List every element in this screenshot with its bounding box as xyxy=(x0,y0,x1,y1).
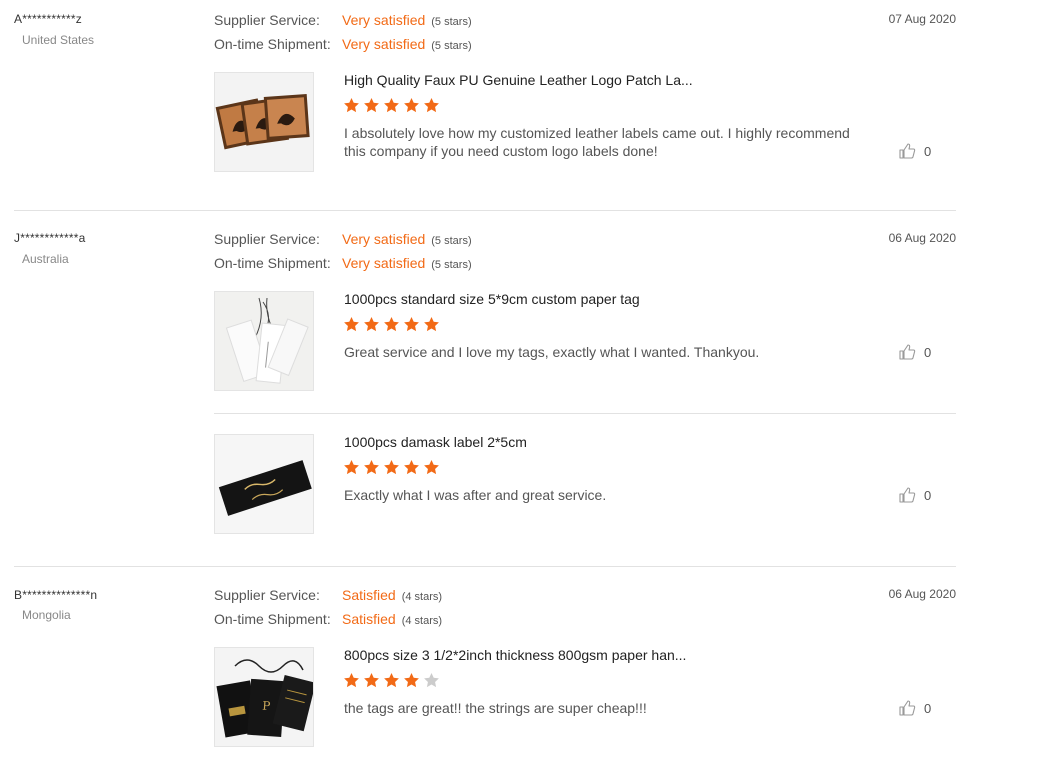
helpful-count: 0 xyxy=(924,700,932,716)
helpful-count: 0 xyxy=(924,487,932,503)
helpful-button[interactable]: 0 xyxy=(898,699,931,717)
ontime-shipment-rating: On-time Shipment: Satisfied (4 stars) xyxy=(214,610,442,628)
star-filled-icon xyxy=(404,317,419,332)
product-image[interactable] xyxy=(214,291,314,391)
product-title[interactable]: 1000pcs standard size 5*9cm custom paper… xyxy=(344,291,640,307)
ontime-shipment-rating: On-time Shipment: Very satisfied (5 stars) xyxy=(214,35,472,53)
ontime-shipment-value: Very satisfied xyxy=(342,36,426,52)
helpful-button[interactable]: 0 xyxy=(898,486,931,504)
ontime-shipment-stars: (5 stars) xyxy=(431,259,472,271)
thumbs-up-icon xyxy=(899,344,916,360)
star-filled-icon xyxy=(364,460,379,475)
thumbs-up-icon xyxy=(899,487,916,503)
svg-text:P: P xyxy=(262,699,271,714)
helpful-count: 0 xyxy=(924,344,932,360)
star-filled-icon xyxy=(404,98,419,113)
star-filled-icon xyxy=(384,673,399,688)
star-filled-icon xyxy=(424,98,439,113)
supplier-service-stars: (5 stars) xyxy=(431,235,472,247)
review-comment: Exactly what I was after and great servi… xyxy=(344,487,607,503)
buyer-name: A***********z xyxy=(14,12,82,26)
star-filled-icon xyxy=(424,317,439,332)
buyer-name: J************a xyxy=(14,231,86,245)
review-date: 06 Aug 2020 xyxy=(888,587,956,601)
ontime-shipment-label: On-time Shipment: xyxy=(214,611,331,627)
star-filled-icon xyxy=(384,98,399,113)
star-filled-icon xyxy=(364,673,379,688)
supplier-service-value: Satisfied xyxy=(342,587,396,603)
buyer-country: United States xyxy=(22,33,95,47)
ontime-shipment-value: Very satisfied xyxy=(342,255,426,271)
star-filled-icon xyxy=(384,317,399,332)
star-filled-icon xyxy=(424,460,439,475)
helpful-count: 0 xyxy=(924,143,932,159)
ontime-shipment-label: On-time Shipment: xyxy=(214,36,331,52)
review-comment: the tags are great!! the strings are sup… xyxy=(344,700,647,716)
buyer-country: Australia xyxy=(22,252,69,266)
supplier-service-rating: Supplier Service: Very satisfied (5 stars) xyxy=(214,11,472,29)
review-comment: Great service and I love my tags, exactl… xyxy=(344,344,760,360)
product-star-rating xyxy=(343,316,440,334)
star-filled-icon xyxy=(344,673,359,688)
supplier-service-stars: (4 stars) xyxy=(401,591,443,603)
review-comment: I absolutely love how my customized leat… xyxy=(344,125,850,159)
ontime-shipment-label: On-time Shipment: xyxy=(214,255,331,271)
thumbs-up-icon xyxy=(899,143,916,159)
supplier-service-rating: Supplier Service: Very satisfied (5 stars) xyxy=(214,230,472,248)
star-filled-icon xyxy=(404,673,419,688)
supplier-service-rating: Supplier Service: Satisfied (4 stars) xyxy=(214,586,442,604)
product-star-rating xyxy=(343,672,440,690)
supplier-service-label: Supplier Service: xyxy=(214,12,320,28)
star-filled-icon xyxy=(404,460,419,475)
buyer-name: B**************n xyxy=(14,588,98,602)
review-date: 07 Aug 2020 xyxy=(888,12,956,26)
helpful-button[interactable]: 0 xyxy=(898,142,931,160)
thumbs-up-icon xyxy=(899,700,916,716)
product-title[interactable]: 1000pcs damask label 2*5cm xyxy=(344,434,527,450)
ontime-shipment-stars: (4 stars) xyxy=(401,615,443,627)
damask-label-image xyxy=(215,435,313,533)
product-title[interactable]: High Quality Faux PU Genuine Leather Log… xyxy=(344,72,693,88)
star-filled-icon xyxy=(384,460,399,475)
product-star-rating xyxy=(343,459,440,477)
supplier-service-value: Very satisfied xyxy=(342,12,426,28)
review-date: 06 Aug 2020 xyxy=(888,231,956,245)
buyer-country: Mongolia xyxy=(22,608,71,622)
review-divider xyxy=(14,566,956,567)
leather-patch-image xyxy=(215,73,313,171)
ontime-shipment-value: Satisfied xyxy=(342,611,396,627)
star-filled-icon xyxy=(344,317,359,332)
supplier-service-value: Very satisfied xyxy=(342,231,426,247)
product-image[interactable] xyxy=(214,434,314,534)
product-image[interactable] xyxy=(214,72,314,172)
product-star-rating xyxy=(343,97,440,115)
star-empty-icon xyxy=(424,673,439,688)
helpful-button[interactable]: 0 xyxy=(898,343,931,361)
ontime-shipment-rating: On-time Shipment: Very satisfied (5 stars) xyxy=(214,254,472,272)
hang-tag-image: P xyxy=(215,648,313,746)
star-filled-icon xyxy=(364,317,379,332)
product-title[interactable]: 800pcs size 3 1/2*2inch thickness 800gsm… xyxy=(344,647,686,663)
supplier-service-stars: (5 stars) xyxy=(431,16,472,28)
product-divider xyxy=(214,413,956,414)
star-filled-icon xyxy=(344,98,359,113)
supplier-service-label: Supplier Service: xyxy=(214,587,320,603)
star-filled-icon xyxy=(364,98,379,113)
paper-tag-image xyxy=(215,292,313,390)
star-filled-icon xyxy=(344,460,359,475)
product-image[interactable]: P xyxy=(214,647,314,747)
supplier-service-label: Supplier Service: xyxy=(214,231,320,247)
review-divider xyxy=(14,210,956,211)
ontime-shipment-stars: (5 stars) xyxy=(431,40,472,52)
